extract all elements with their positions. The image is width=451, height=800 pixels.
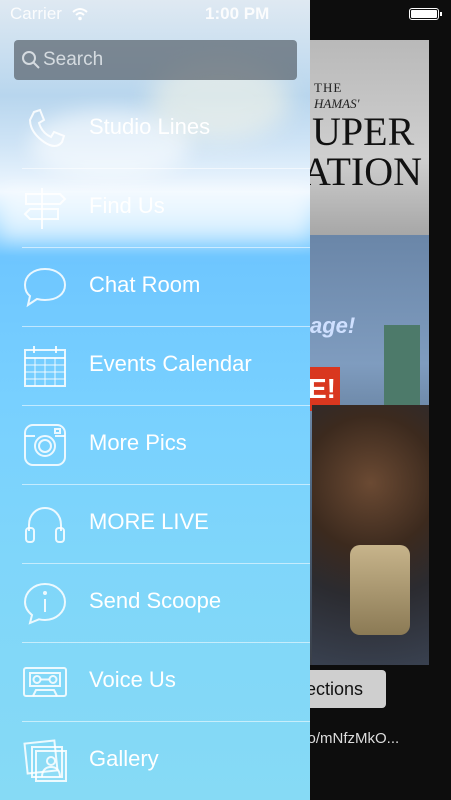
search-input[interactable]: Search <box>14 40 297 80</box>
calendar-icon <box>24 346 66 387</box>
photo-stack-icon <box>23 739 67 782</box>
side-drawer: Search Studio Lines Find Us Chat Room Ev… <box>0 0 310 800</box>
menu-item-events-calendar[interactable]: Events Calendar <box>0 327 310 406</box>
battery-icon <box>409 8 442 20</box>
wifi-icon <box>72 8 88 21</box>
menu-item-send-scoope[interactable]: Send Scoope <box>0 564 310 643</box>
menu-item-studio-lines[interactable]: Studio Lines <box>0 90 310 169</box>
menu-item-chat-room[interactable]: Chat Room <box>0 248 310 327</box>
menu-item-more-pics[interactable]: More Pics <box>0 406 310 485</box>
chat-bubble-icon <box>23 267 67 308</box>
photo-microphone <box>350 545 410 635</box>
host-photo: age! E! <box>300 235 429 665</box>
banner-line-4: ATION <box>302 149 422 194</box>
headphones-icon <box>25 506 65 543</box>
banner-line-1: THE <box>314 80 343 95</box>
menu-item-more-live[interactable]: MORE LIVE <box>0 485 310 564</box>
camera-icon <box>24 424 66 466</box>
clock: 1:00 PM <box>205 4 270 23</box>
drawer-menu: Studio Lines Find Us Chat Room Events Ca… <box>0 90 310 800</box>
menu-item-label: MORE LIVE <box>89 509 209 534</box>
photo-tagline: age! <box>310 313 356 338</box>
menu-item-label: Chat Room <box>89 272 201 297</box>
menu-item-label: Voice Us <box>89 667 176 692</box>
info-icon <box>23 582 67 625</box>
menu-item-label: Find Us <box>89 193 165 218</box>
search-placeholder: Search <box>43 49 104 70</box>
menu-item-label: Send Scoope <box>89 588 222 613</box>
menu-item-voice-us[interactable]: Voice Us <box>0 643 310 722</box>
banner-line-3: UPER <box>312 109 415 154</box>
website-link[interactable]: co/mNfzMkO... <box>300 730 429 747</box>
phone-icon <box>28 108 66 147</box>
menu-item-label: Studio Lines <box>89 114 211 139</box>
menu-item-label: Events Calendar <box>89 351 252 376</box>
menu-item-label: More Pics <box>89 430 187 455</box>
carrier-label: Carrier <box>10 4 62 23</box>
signpost-icon <box>23 188 67 229</box>
menu-item-gallery[interactable]: Gallery <box>0 722 310 800</box>
menu-item-label: Gallery <box>89 746 159 771</box>
search-icon <box>22 51 40 69</box>
station-logo-banner: THE HAMAS' UPER ATION <box>300 40 429 235</box>
cassette-icon <box>23 667 67 697</box>
menu-item-find-us[interactable]: Find Us <box>0 169 310 248</box>
status-bar: Carrier 1:00 PM <box>0 0 451 28</box>
